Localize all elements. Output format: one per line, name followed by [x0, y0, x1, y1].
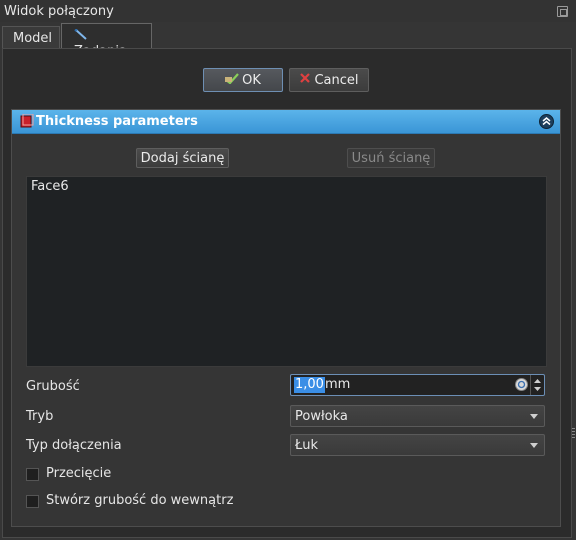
chevron-down-icon [530, 414, 538, 419]
mode-value: Powłoka [295, 409, 348, 424]
thickness-parameters-panel: Thickness parameters Dodaj ścianę Usuń ś… [11, 109, 561, 527]
join-type-select[interactable]: Łuk [290, 434, 545, 456]
tab-tasks[interactable]: Zadania [61, 23, 152, 59]
tab-model[interactable]: Model [2, 26, 60, 49]
expression-icon[interactable] [515, 378, 528, 391]
cancel-label: Cancel [314, 72, 359, 88]
add-face-button[interactable]: Dodaj ścianę [136, 148, 229, 168]
section-header[interactable]: Thickness parameters [12, 110, 560, 134]
mode-select[interactable]: Powłoka [290, 405, 545, 427]
tab-bar: Model Zadania [0, 22, 576, 59]
remove-face-label: Usuń ścianę [351, 150, 431, 166]
thickness-input[interactable]: 1,00 mm [290, 374, 545, 396]
collapse-icon[interactable] [539, 114, 554, 129]
intersection-checkbox[interactable] [26, 468, 39, 481]
make-inward-checkbox[interactable] [26, 495, 39, 508]
remove-face-button[interactable]: Usuń ścianę [347, 148, 435, 168]
tab-model-label: Model [13, 31, 53, 46]
thickness-label: Grubość [26, 379, 80, 394]
tasks-icon [74, 28, 88, 41]
intersection-label: Przecięcie [46, 466, 112, 481]
thickness-value: 1,00 [294, 377, 325, 393]
task-panel: OK Cancel Thickness parameters Dodaj ści… [2, 48, 572, 538]
face-list[interactable]: Face6 [26, 176, 547, 367]
chevron-down-icon [530, 443, 538, 448]
title-bar: Widok połączony [0, 0, 576, 22]
mode-label: Tryb [26, 409, 54, 424]
ok-icon [225, 72, 239, 88]
spin-arrows[interactable] [530, 375, 544, 395]
join-type-label: Typ dołączenia [26, 438, 122, 453]
window-title: Widok połączony [4, 4, 114, 19]
splitter-handle[interactable] [572, 428, 575, 440]
cancel-icon [299, 72, 311, 88]
undock-icon[interactable] [557, 6, 568, 17]
section-title: Thickness parameters [36, 114, 198, 129]
thickness-icon [19, 113, 34, 129]
ok-button[interactable]: OK [203, 68, 283, 92]
ok-label: OK [242, 72, 261, 88]
list-item[interactable]: Face6 [31, 179, 69, 194]
thickness-unit: mm [325, 377, 351, 392]
add-face-label: Dodaj ścianę [140, 150, 225, 166]
join-type-value: Łuk [295, 438, 319, 453]
make-inward-label: Stwórz grubość do wewnątrz [46, 493, 234, 508]
cancel-button[interactable]: Cancel [289, 68, 369, 92]
